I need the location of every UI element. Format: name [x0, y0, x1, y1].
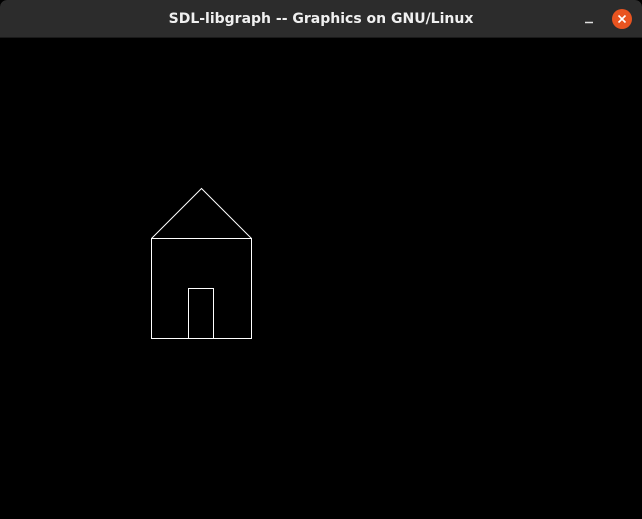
house-roof: [151, 187, 252, 239]
graphics-canvas[interactable]: [0, 38, 642, 519]
minimize-button[interactable]: [578, 9, 600, 31]
title-bar[interactable]: SDL-libgraph -- Graphics on GNU/Linux: [0, 0, 642, 38]
house-drawing: [151, 187, 252, 339]
house-door: [188, 288, 214, 339]
window-title: SDL-libgraph -- Graphics on GNU/Linux: [168, 11, 474, 27]
app-window: SDL-libgraph -- Graphics on GNU/Linux: [0, 0, 642, 519]
minimize-icon: [585, 21, 593, 24]
close-button[interactable]: [612, 9, 632, 29]
close-icon: [612, 9, 632, 29]
